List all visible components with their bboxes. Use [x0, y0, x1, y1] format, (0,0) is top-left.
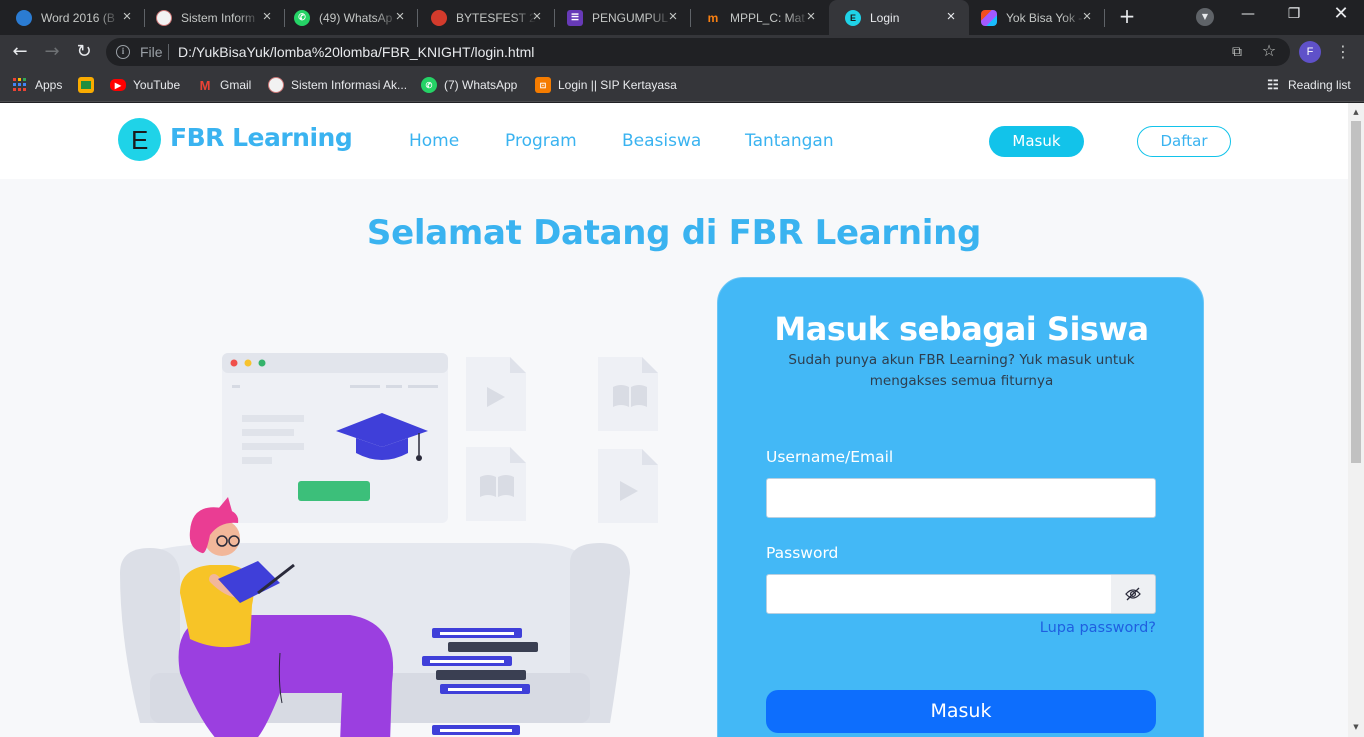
browser-tab-bar: Word 2016 (B × Sistem Inform × ✆ (49) Wh…	[0, 0, 1364, 35]
fbr-logo-icon: E	[845, 9, 861, 26]
close-icon[interactable]: ×	[803, 9, 819, 25]
word-globe-icon	[16, 9, 32, 26]
fbr-logo-icon[interactable]: E	[118, 118, 161, 161]
tab-sistem-informasi[interactable]: Sistem Inform ×	[140, 0, 285, 35]
close-icon[interactable]: ×	[259, 9, 275, 25]
close-icon[interactable]: ×	[529, 9, 545, 25]
university-seal-icon	[268, 77, 284, 93]
tab-mppl[interactable]: m MPPL_C: Mat ×	[689, 0, 829, 35]
site-info-icon[interactable]: i	[116, 45, 130, 59]
bookmark-youtube[interactable]: ▶ YouTube	[110, 76, 180, 94]
scrollbar-thumb[interactable]	[1351, 121, 1361, 463]
close-window-button[interactable]: ✕	[1331, 3, 1351, 24]
apps-grid-icon	[12, 77, 28, 93]
password-visibility-toggle[interactable]	[1111, 574, 1156, 614]
tab-word-2016[interactable]: Word 2016 (B ×	[0, 0, 145, 35]
tab-bytesfest[interactable]: BYTESFEST 20 ×	[415, 0, 555, 35]
reading-list-icon: ☷	[1267, 77, 1279, 92]
forms-icon: ☰	[567, 9, 583, 26]
bookmarks-bar: Apps ▶ YouTube M Gmail Sistem Informasi …	[0, 69, 1364, 102]
reload-button[interactable]: ↻	[73, 41, 95, 63]
tab-login[interactable]: E Login ×	[829, 0, 969, 35]
nav-register-button[interactable]: Daftar	[1137, 126, 1231, 157]
kebab-menu-icon[interactable]: ⋮	[1334, 43, 1352, 61]
restore-button[interactable]: ❐	[1284, 6, 1304, 22]
nav-program[interactable]: Program	[505, 131, 577, 151]
tab-pengumpulan[interactable]: ☰ PENGUMPUL ×	[551, 0, 691, 35]
bookmark-whatsapp[interactable]: ✆ (7) WhatsApp	[421, 76, 517, 94]
reading-list-button[interactable]: ☷ Reading list	[1265, 76, 1351, 94]
scroll-up-icon[interactable]: ▲	[1352, 108, 1360, 116]
bytesfest-icon	[431, 9, 447, 26]
close-icon[interactable]: ×	[665, 9, 681, 25]
forgot-password-link[interactable]: Lupa password?	[958, 620, 1156, 636]
youtube-icon: ▶	[110, 79, 126, 91]
login-subtitle: Sudah punya akun FBR Learning? Yuk masuk…	[788, 352, 1135, 389]
address-bar[interactable]: i File D:/YukBisaYuk/lomba%20lomba/FBR_K…	[106, 38, 1290, 66]
sip-icon: ⊡	[535, 77, 551, 93]
nav-tantangan[interactable]: Tantangan	[745, 131, 834, 151]
eye-slash-icon	[1125, 587, 1141, 601]
brand-name[interactable]: FBR Learning	[170, 123, 353, 152]
figma-icon	[981, 9, 997, 26]
page-title: Selamat Datang di FBR Learning	[366, 213, 982, 253]
close-icon[interactable]: ×	[119, 9, 135, 25]
bookmark-star-icon[interactable]: ☆	[1260, 42, 1278, 60]
bookmark-apps[interactable]: Apps	[12, 76, 62, 94]
translate-icon[interactable]: ⧉	[1228, 43, 1246, 61]
forward-button[interactable]: →	[41, 41, 63, 63]
scheme-label: File	[140, 44, 163, 60]
close-icon[interactable]: ×	[1079, 9, 1095, 25]
username-field[interactable]	[766, 478, 1156, 518]
bookmark-sistem-informasi[interactable]: Sistem Informasi Ak...	[268, 76, 407, 94]
close-icon[interactable]: ×	[392, 9, 408, 25]
whatsapp-icon: ✆	[294, 9, 310, 26]
nav-home[interactable]: Home	[409, 131, 459, 151]
minimize-button[interactable]: —	[1238, 6, 1258, 22]
bookmark-gmail[interactable]: M Gmail	[197, 76, 252, 94]
tab-figma[interactable]: Yok Bisa Yok - ×	[965, 0, 1105, 35]
bookmark-classroom[interactable]	[78, 76, 101, 94]
login-card: Masuk sebagai Siswa Sudah punya akun FBR…	[717, 277, 1204, 737]
student-reading-illustration	[120, 353, 658, 737]
classroom-icon	[78, 77, 94, 93]
page-scrollbar[interactable]: ▲ ▼	[1348, 103, 1364, 737]
password-field[interactable]	[766, 574, 1112, 614]
browser-toolbar: ← → ↻ i File D:/YukBisaYuk/lomba%20lomba…	[0, 35, 1364, 69]
address-url[interactable]: D:/YukBisaYuk/lomba%20lomba/FBR_KNIGHT/l…	[178, 44, 534, 60]
gmail-icon: M	[199, 77, 211, 93]
back-button[interactable]: ←	[9, 41, 31, 63]
scroll-down-icon[interactable]: ▼	[1352, 723, 1360, 731]
site-navbar: E FBR Learning Home Program Beasiswa Tan…	[0, 103, 1348, 179]
page-viewport: E FBR Learning Home Program Beasiswa Tan…	[0, 103, 1348, 737]
moodle-icon: m	[707, 10, 719, 25]
nav-login-button[interactable]: Masuk	[989, 126, 1084, 157]
whatsapp-icon: ✆	[421, 77, 437, 93]
login-title: Masuk sebagai Siswa	[774, 310, 1149, 348]
close-icon[interactable]: ×	[943, 9, 959, 25]
username-label: Username/Email	[766, 448, 894, 466]
new-tab-button[interactable]: +	[1116, 6, 1138, 28]
tab-whatsapp[interactable]: ✆ (49) WhatsAp ×	[278, 0, 418, 35]
university-seal-icon	[156, 9, 172, 26]
password-label: Password	[766, 544, 839, 562]
tab-search-chevron-icon[interactable]: ▼	[1196, 8, 1214, 26]
profile-avatar[interactable]: F	[1299, 41, 1321, 63]
nav-beasiswa[interactable]: Beasiswa	[622, 131, 701, 151]
login-submit-button[interactable]: Masuk	[766, 690, 1156, 733]
bookmark-sip-kertayasa[interactable]: ⊡ Login || SIP Kertayasa	[535, 76, 677, 94]
